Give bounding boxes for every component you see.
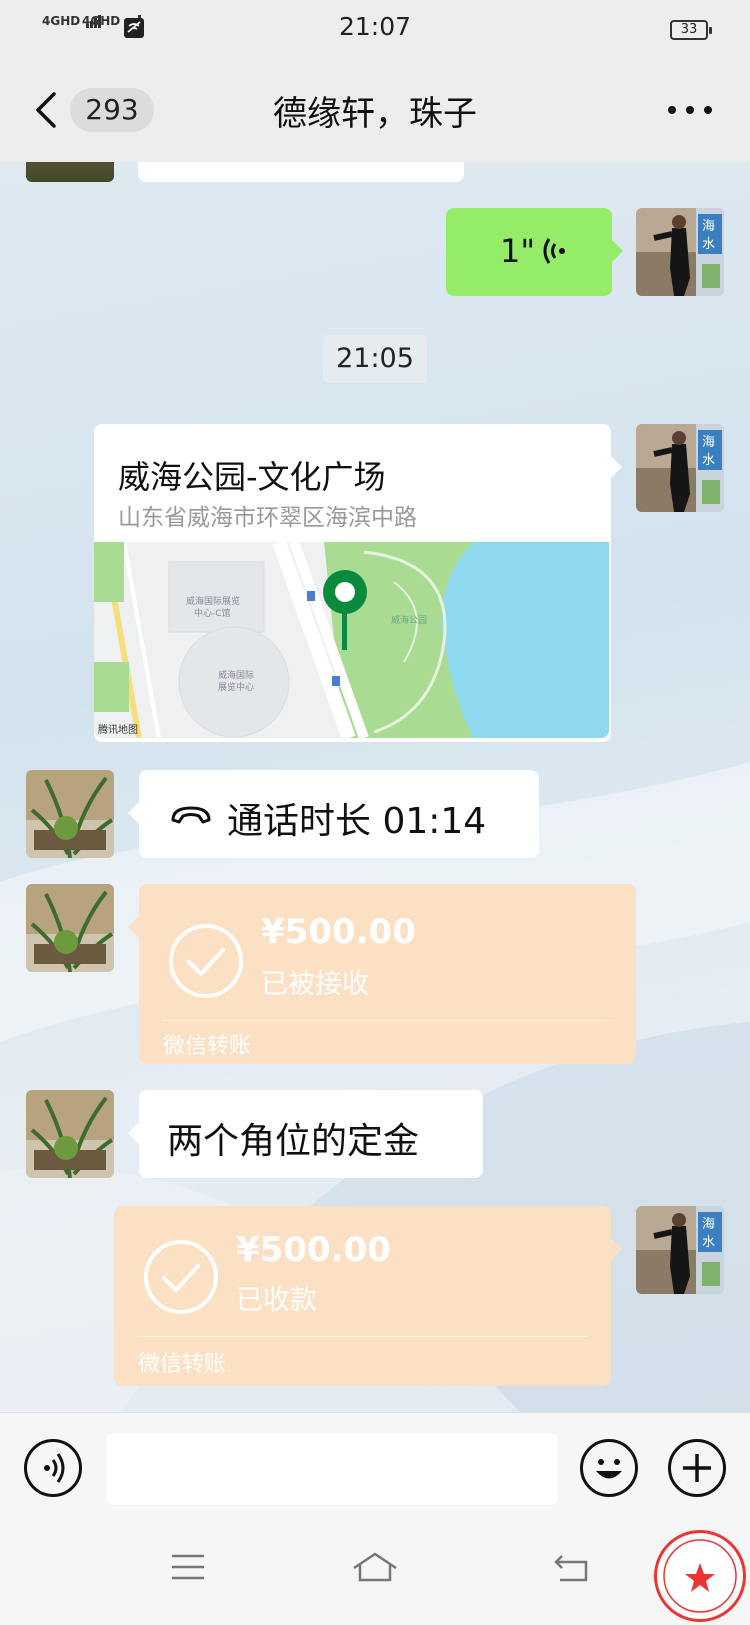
transfer-status: 已被接收 — [261, 969, 369, 1000]
clock: 21:07 — [338, 12, 412, 41]
voice-duration: 1" — [500, 232, 536, 270]
avatar-contact[interactable] — [26, 1090, 114, 1178]
back-nav-icon[interactable] — [552, 1552, 592, 1588]
check-circle-icon — [144, 1240, 218, 1314]
avatar-self[interactable]: 海水 — [636, 1206, 724, 1294]
timestamp: 21:05 — [323, 335, 427, 383]
map-pin-icon — [322, 570, 368, 652]
message-text: 两个角位的定金 — [167, 1121, 420, 1162]
message-input[interactable] — [106, 1433, 558, 1505]
more-icon[interactable] — [668, 106, 712, 116]
voice-wave-icon — [542, 236, 572, 266]
svg-text:海: 海 — [702, 1217, 715, 1232]
input-bar — [0, 1412, 750, 1522]
transfer-amount: ¥500.00 — [261, 912, 416, 952]
transfer-status: 已收款 — [236, 1285, 317, 1316]
home-icon[interactable] — [350, 1550, 400, 1588]
voice-input-icon[interactable] — [24, 1439, 82, 1497]
transfer-card-received[interactable]: ¥500.00 已被接收 微信转账 — [139, 884, 636, 1064]
call-duration: 通话时长 01:14 — [227, 801, 487, 842]
watermark-seal — [654, 1530, 746, 1622]
svg-text:海: 海 — [702, 219, 715, 234]
voice-message-bubble[interactable]: 1" — [446, 208, 612, 296]
divider — [163, 1020, 612, 1021]
svg-text:水: 水 — [702, 453, 715, 468]
text-message-bubble[interactable]: 两个角位的定金 — [139, 1090, 483, 1178]
chat-header: 293 德缘轩，珠子 — [0, 58, 750, 162]
svg-text:威海国际展览: 威海国际展览 — [186, 595, 240, 607]
check-circle-icon — [169, 924, 243, 998]
phone-hangup-icon — [169, 798, 213, 832]
svg-text:海: 海 — [702, 435, 715, 450]
svg-text:水: 水 — [702, 1235, 715, 1250]
bubble-tail — [128, 916, 139, 938]
status-bar: 4GHD 4GHD 21:07 33 — [0, 0, 750, 58]
menu-icon[interactable] — [170, 1552, 206, 1586]
chat-title: 德缘轩，珠子 — [273, 94, 477, 134]
avatar-contact[interactable] — [26, 770, 114, 858]
location-address: 山东省威海市环翠区海滨中路 — [118, 505, 417, 531]
svg-text:水: 水 — [702, 237, 715, 252]
system-navigation-bar — [0, 1522, 750, 1625]
location-message-card[interactable]: 威海公园-文化广场 山东省威海市环翠区海滨中路 威海国际展览 中心-C馆 威海国… — [94, 424, 611, 742]
svg-text:威海国际: 威海国际 — [218, 669, 254, 681]
bubble-tail — [128, 1122, 139, 1144]
emoji-icon[interactable] — [580, 1439, 638, 1497]
avatar-self[interactable]: 海水 — [636, 208, 724, 296]
transfer-footer: 微信转账 — [163, 1034, 252, 1059]
bubble-tail — [128, 802, 139, 824]
bubble-tail — [612, 240, 623, 262]
svg-text:中心-C馆: 中心-C馆 — [194, 607, 231, 619]
bubble-tail — [611, 1238, 622, 1260]
avatar-contact[interactable] — [26, 884, 114, 972]
divider — [138, 1336, 587, 1337]
location-name: 威海公园-文化广场 — [118, 458, 386, 496]
svg-text:展览中心: 展览中心 — [218, 681, 254, 693]
call-record-bubble[interactable]: 通话时长 01:14 — [139, 770, 539, 858]
plus-icon[interactable] — [668, 1439, 726, 1497]
bubble-tail — [611, 456, 622, 478]
transfer-footer: 微信转账 — [138, 1352, 227, 1377]
battery-indicator: 33 — [670, 20, 712, 40]
svg-text:威海公园: 威海公园 — [391, 614, 427, 626]
map-preview[interactable]: 威海国际展览 中心-C馆 威海国际 展览中心 威海公园 腾讯地图 — [94, 542, 609, 738]
transfer-card-collected[interactable]: ¥500.00 已收款 微信转账 — [114, 1206, 611, 1386]
avatar-self[interactable]: 海水 — [636, 424, 724, 512]
map-credit: 腾讯地图 — [98, 725, 138, 736]
transfer-amount: ¥500.00 — [236, 1230, 391, 1270]
